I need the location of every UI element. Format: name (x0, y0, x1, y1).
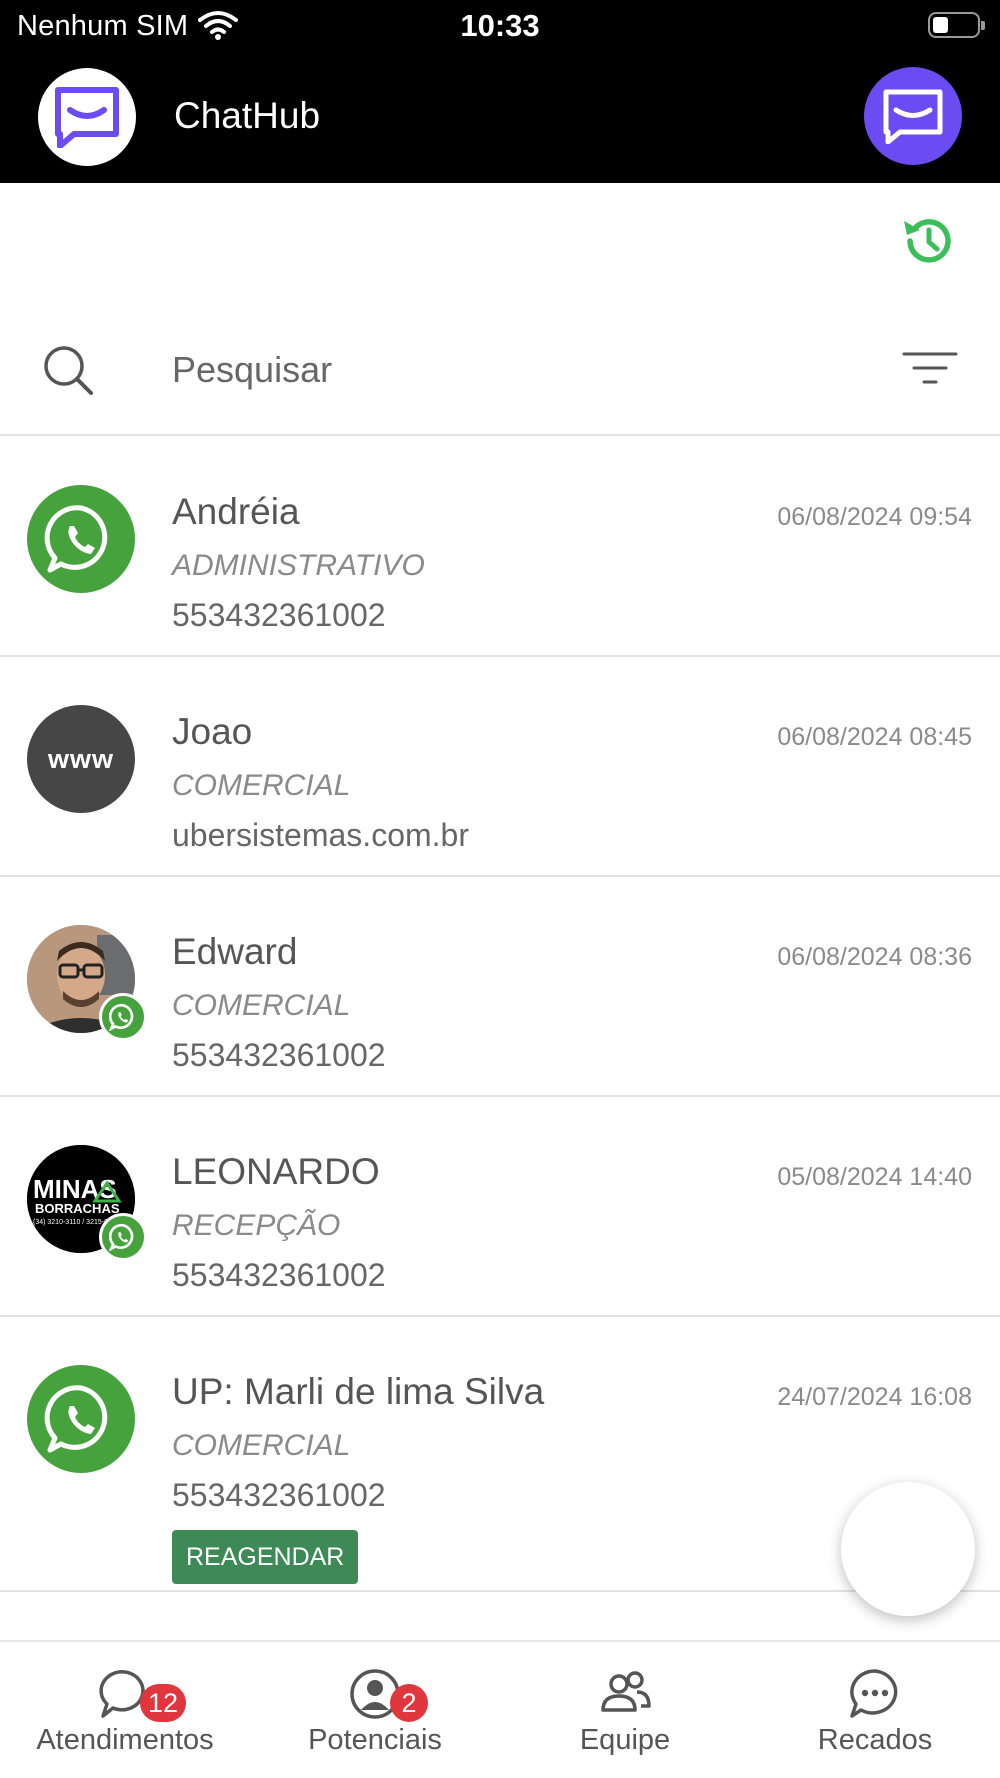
nav-label: Recados (817, 1724, 933, 1756)
status-bar: Nenhum SIM 10:33 (0, 0, 1000, 52)
conversation-row[interactable]: Edward COMERCIAL 553432361002 06/08/2024… (0, 877, 1000, 1097)
whatsapp-icon (27, 1365, 135, 1473)
conversation-row[interactable]: www Joao COMERCIAL ubersistemas.com.br 0… (0, 657, 1000, 877)
search-bar (0, 320, 1000, 436)
contact-number: 553432361002 (172, 1257, 386, 1293)
filter-icon[interactable] (900, 348, 960, 388)
whatsapp-badge-icon (99, 993, 147, 1041)
contact-name: Andréia (172, 491, 300, 532)
conversation-datetime: 24/07/2024 16:08 (777, 1383, 972, 1411)
people-icon (601, 1671, 651, 1712)
conversation-datetime: 06/08/2024 08:45 (777, 723, 972, 751)
contact-number: 553432361002 (172, 1477, 386, 1513)
app-title: ChatHub (174, 95, 321, 136)
search-icon[interactable] (40, 342, 96, 398)
battery-icon (928, 12, 985, 38)
contact-number: 553432361002 (172, 597, 386, 633)
contact-name: Edward (172, 931, 298, 972)
logo-line-2: BORRACHAS (35, 1201, 120, 1216)
nav-label: Equipe (579, 1724, 671, 1756)
atendimentos-count-badge: 12 (140, 1684, 187, 1722)
contact-name: UP: Marli de lima Silva (172, 1371, 545, 1412)
search-input[interactable] (172, 340, 852, 400)
whatsapp-icon (27, 485, 135, 593)
department-label: COMERCIAL (172, 769, 351, 802)
department-label: RECEPÇÃO (172, 1209, 341, 1242)
message-dots-icon (850, 1669, 898, 1718)
contact-website: ubersistemas.com.br (172, 817, 469, 853)
app-logo (38, 68, 136, 166)
chathub-logo-icon (55, 87, 119, 148)
chathub-logo-icon (883, 89, 943, 144)
nav-label: Potenciais (308, 1724, 442, 1756)
conversation-datetime: 06/08/2024 08:36 (777, 943, 972, 971)
nav-equipe[interactable]: Equipe (500, 1642, 750, 1778)
nav-label: Atendimentos (36, 1724, 214, 1756)
conversation-datetime: 05/08/2024 14:40 (777, 1163, 972, 1191)
contact-name: Joao (172, 711, 253, 752)
potenciais-count-badge: 2 (390, 1684, 428, 1722)
www-icon: www (27, 705, 135, 813)
whatsapp-badge-icon (99, 1213, 147, 1261)
bottom-nav: 12 Atendimentos 2 Potenciais Equipe Reca… (0, 1640, 1000, 1778)
conversation-row[interactable]: Andréia ADMINISTRATIVO 553432361002 06/0… (0, 437, 1000, 657)
nav-potenciais[interactable]: 2 Potenciais (250, 1642, 500, 1778)
floating-action-button[interactable] (841, 1482, 975, 1616)
department-label: COMERCIAL (172, 989, 351, 1022)
contact-name: LEONARDO (172, 1151, 380, 1192)
conversation-row[interactable]: MINAS BORRACHAS (34) 3210-3110 / 3215-00… (0, 1097, 1000, 1317)
nav-recados[interactable]: Recados (750, 1642, 1000, 1778)
contact-number: 553432361002 (172, 1037, 386, 1073)
history-icon[interactable] (900, 213, 956, 269)
nav-atendimentos[interactable]: 12 Atendimentos (0, 1642, 250, 1778)
department-label: COMERCIAL (172, 1429, 351, 1462)
conversation-datetime: 06/08/2024 09:54 (777, 503, 972, 531)
department-label: ADMINISTRATIVO (172, 549, 425, 582)
conversation-list: Andréia ADMINISTRATIVO 553432361002 06/0… (0, 437, 1000, 1592)
reagendar-button[interactable]: REAGENDAR (172, 1530, 359, 1584)
chathub-menu-button[interactable] (864, 67, 962, 165)
app-header: Nenhum SIM 10:33 ChatHub (0, 0, 1000, 183)
clock: 10:33 (460, 8, 540, 43)
www-icon-label: www (47, 743, 114, 774)
